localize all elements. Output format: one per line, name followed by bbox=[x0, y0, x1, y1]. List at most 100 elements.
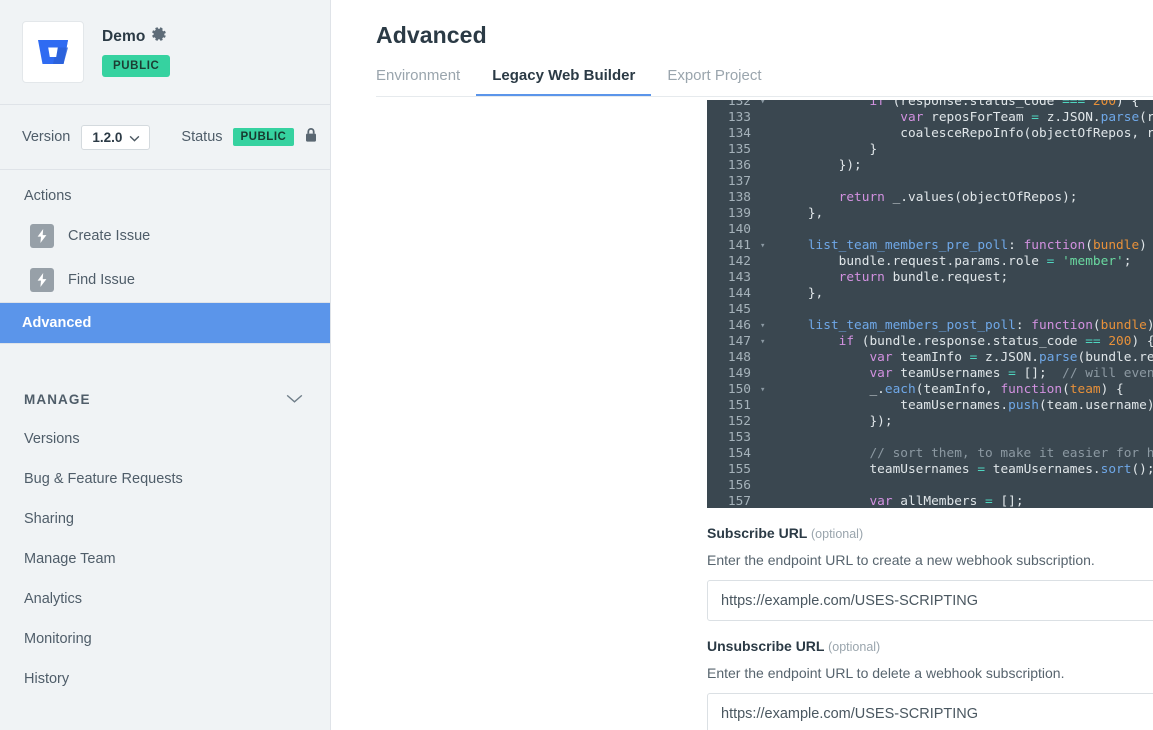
code-line: 134 coalesceRepoInfo(objectOfRepos, repo… bbox=[707, 126, 1153, 142]
tab-environment[interactable]: Environment bbox=[376, 67, 476, 97]
sidebar-item-manage-team[interactable]: Manage Team bbox=[0, 539, 330, 579]
code-text: coalesceRepoInfo(objectOfRepos, reposFor… bbox=[900, 126, 1153, 141]
code-line: 153 bbox=[707, 430, 1153, 446]
code-line: 150 ▾ _.each(teamInfo, function(team) { bbox=[707, 382, 1153, 398]
line-number: 156 bbox=[727, 478, 751, 493]
code-text: }, bbox=[777, 286, 824, 301]
sidebar-item-analytics[interactable]: Analytics bbox=[0, 579, 330, 619]
sidebar-item-label: Monitoring bbox=[24, 631, 92, 647]
line-number: 136 bbox=[727, 158, 751, 173]
code-line: 142 bundle.request.params.role = 'member… bbox=[707, 254, 1153, 270]
code-lines-container: 132 ▾ if (response.status_code === 200) {… bbox=[707, 100, 1153, 508]
sidebar-item-label: History bbox=[24, 671, 70, 687]
webhook-form: Subscribe URL (optional) Enter the endpo… bbox=[707, 525, 1153, 730]
code-line: 154 // sort them, to make it easier for … bbox=[707, 446, 1153, 462]
code-line: 148 var teamInfo = z.JSON.parse(bundle.r… bbox=[707, 350, 1153, 366]
tab-export-project[interactable]: Export Project bbox=[651, 67, 777, 97]
tab-underline-rule bbox=[376, 96, 1153, 97]
code-line: 136 }); bbox=[707, 158, 1153, 174]
unsubscribe-url-input[interactable] bbox=[707, 693, 1153, 730]
code-text: // sort them, to make it easier for huma… bbox=[869, 446, 1153, 461]
line-number: 142 bbox=[727, 254, 751, 269]
code-fold-toggle-icon[interactable]: ▾ bbox=[759, 334, 773, 350]
version-value: 1.2.0 bbox=[92, 129, 123, 145]
line-number: 157 bbox=[727, 494, 751, 508]
line-number: 141 bbox=[727, 238, 751, 253]
app-root: Demo PUBLIC Version 1.2.0 Status PUBLIC … bbox=[0, 0, 1153, 730]
tab-label: Environment bbox=[376, 67, 461, 84]
sidebar-item-create-issue[interactable]: Create Issue bbox=[0, 214, 330, 258]
status-label: Status bbox=[181, 129, 223, 145]
line-number: 145 bbox=[727, 302, 751, 317]
code-line: 141 ▾ list_team_members_pre_poll: functio… bbox=[707, 238, 1153, 254]
manage-heading-label: MANAGE bbox=[24, 392, 91, 407]
line-number: 152 bbox=[727, 414, 751, 429]
code-text: var allMembers = []; bbox=[869, 494, 1024, 508]
code-text: return _.values(objectOfRepos); bbox=[838, 190, 1078, 205]
sidebar-item-label: Versions bbox=[24, 431, 80, 447]
code-text: _.each(teamInfo, function(team) { bbox=[777, 382, 1124, 397]
sidebar-item-advanced[interactable]: Advanced bbox=[0, 302, 330, 344]
sidebar-item-sharing[interactable]: Sharing bbox=[0, 499, 330, 539]
code-editor[interactable]: 132 ▾ if (response.status_code === 200) {… bbox=[707, 100, 1153, 508]
sidebar-item-history[interactable]: History bbox=[0, 659, 330, 699]
code-fold-toggle-icon[interactable]: ▾ bbox=[759, 100, 773, 110]
sidebar-item-find-issue[interactable]: Find Issue bbox=[0, 258, 330, 302]
code-line: 137 bbox=[707, 174, 1153, 190]
code-line: 132 ▾ if (response.status_code === 200) { bbox=[707, 100, 1153, 110]
lock-icon bbox=[304, 127, 318, 148]
version-label: Version bbox=[22, 129, 71, 145]
code-text: var reposForTeam = z.JSON.parse(response… bbox=[900, 110, 1153, 125]
line-number: 137 bbox=[727, 174, 751, 189]
tab-bar: Environment Legacy Web Builder Export Pr… bbox=[331, 67, 1153, 97]
sidebar-item-monitoring[interactable]: Monitoring bbox=[0, 619, 330, 659]
line-number: 155 bbox=[727, 462, 751, 477]
lightning-bolt-icon bbox=[30, 224, 54, 248]
actions-heading: Actions bbox=[24, 188, 72, 204]
code-text: }); bbox=[777, 414, 893, 429]
code-fold-toggle-icon[interactable]: ▾ bbox=[759, 238, 773, 254]
gear-icon[interactable] bbox=[152, 27, 167, 47]
line-number: 148 bbox=[727, 350, 751, 365]
subscribe-url-input[interactable] bbox=[707, 580, 1153, 621]
code-line: 156 bbox=[707, 478, 1153, 494]
code-fold-spacer bbox=[759, 302, 773, 318]
sidebar-item-label: Manage Team bbox=[24, 551, 116, 567]
app-header: Demo PUBLIC bbox=[0, 0, 330, 105]
code-text: var teamUsernames = []; // will eventual… bbox=[869, 366, 1153, 381]
code-fold-toggle-icon[interactable]: ▾ bbox=[759, 318, 773, 334]
sidebar-item-label: Sharing bbox=[24, 511, 74, 527]
code-fold-spacer bbox=[759, 206, 773, 222]
code-line: 152 }); bbox=[707, 414, 1153, 430]
line-number: 154 bbox=[727, 446, 751, 461]
code-line: 133 var reposForTeam = z.JSON.parse(resp… bbox=[707, 110, 1153, 126]
code-line: 146 ▾ list_team_members_post_poll: functi… bbox=[707, 318, 1153, 334]
code-fold-spacer bbox=[759, 254, 773, 270]
content-scroll-area[interactable]: 132 ▾ if (response.status_code === 200) {… bbox=[331, 100, 1153, 730]
code-text: } bbox=[777, 142, 878, 157]
code-text: list_team_members_post_poll: function(bu… bbox=[807, 318, 1153, 333]
tab-legacy-web-builder[interactable]: Legacy Web Builder bbox=[476, 67, 652, 97]
chevron-down-icon bbox=[285, 392, 304, 407]
code-fold-spacer bbox=[759, 366, 773, 382]
line-number: 143 bbox=[727, 270, 751, 285]
code-line: 151 teamUsernames.push(team.username); bbox=[707, 398, 1153, 414]
sidebar-item-bug-feature-requests[interactable]: Bug & Feature Requests bbox=[0, 459, 330, 499]
sidebar-item-versions[interactable]: Versions bbox=[0, 419, 330, 459]
code-fold-toggle-icon[interactable]: ▾ bbox=[759, 382, 773, 398]
unsubscribe-url-help: Enter the endpoint URL to delete a webho… bbox=[707, 665, 1065, 681]
code-text: }, bbox=[777, 206, 824, 221]
app-visibility-badge: PUBLIC bbox=[102, 55, 171, 77]
code-fold-spacer bbox=[759, 190, 773, 206]
line-number: 133 bbox=[727, 110, 751, 125]
code-line: 147 ▾ if (bundle.response.status_code == … bbox=[707, 334, 1153, 350]
version-select[interactable]: 1.2.0 bbox=[81, 124, 151, 150]
subscribe-url-label: Subscribe URL (optional) bbox=[707, 525, 1153, 541]
code-fold-spacer bbox=[759, 478, 773, 494]
manage-section-header[interactable]: MANAGE bbox=[0, 380, 330, 419]
code-text: bundle.request.params.role = 'member'; bbox=[777, 254, 1132, 269]
line-number: 153 bbox=[727, 430, 751, 445]
